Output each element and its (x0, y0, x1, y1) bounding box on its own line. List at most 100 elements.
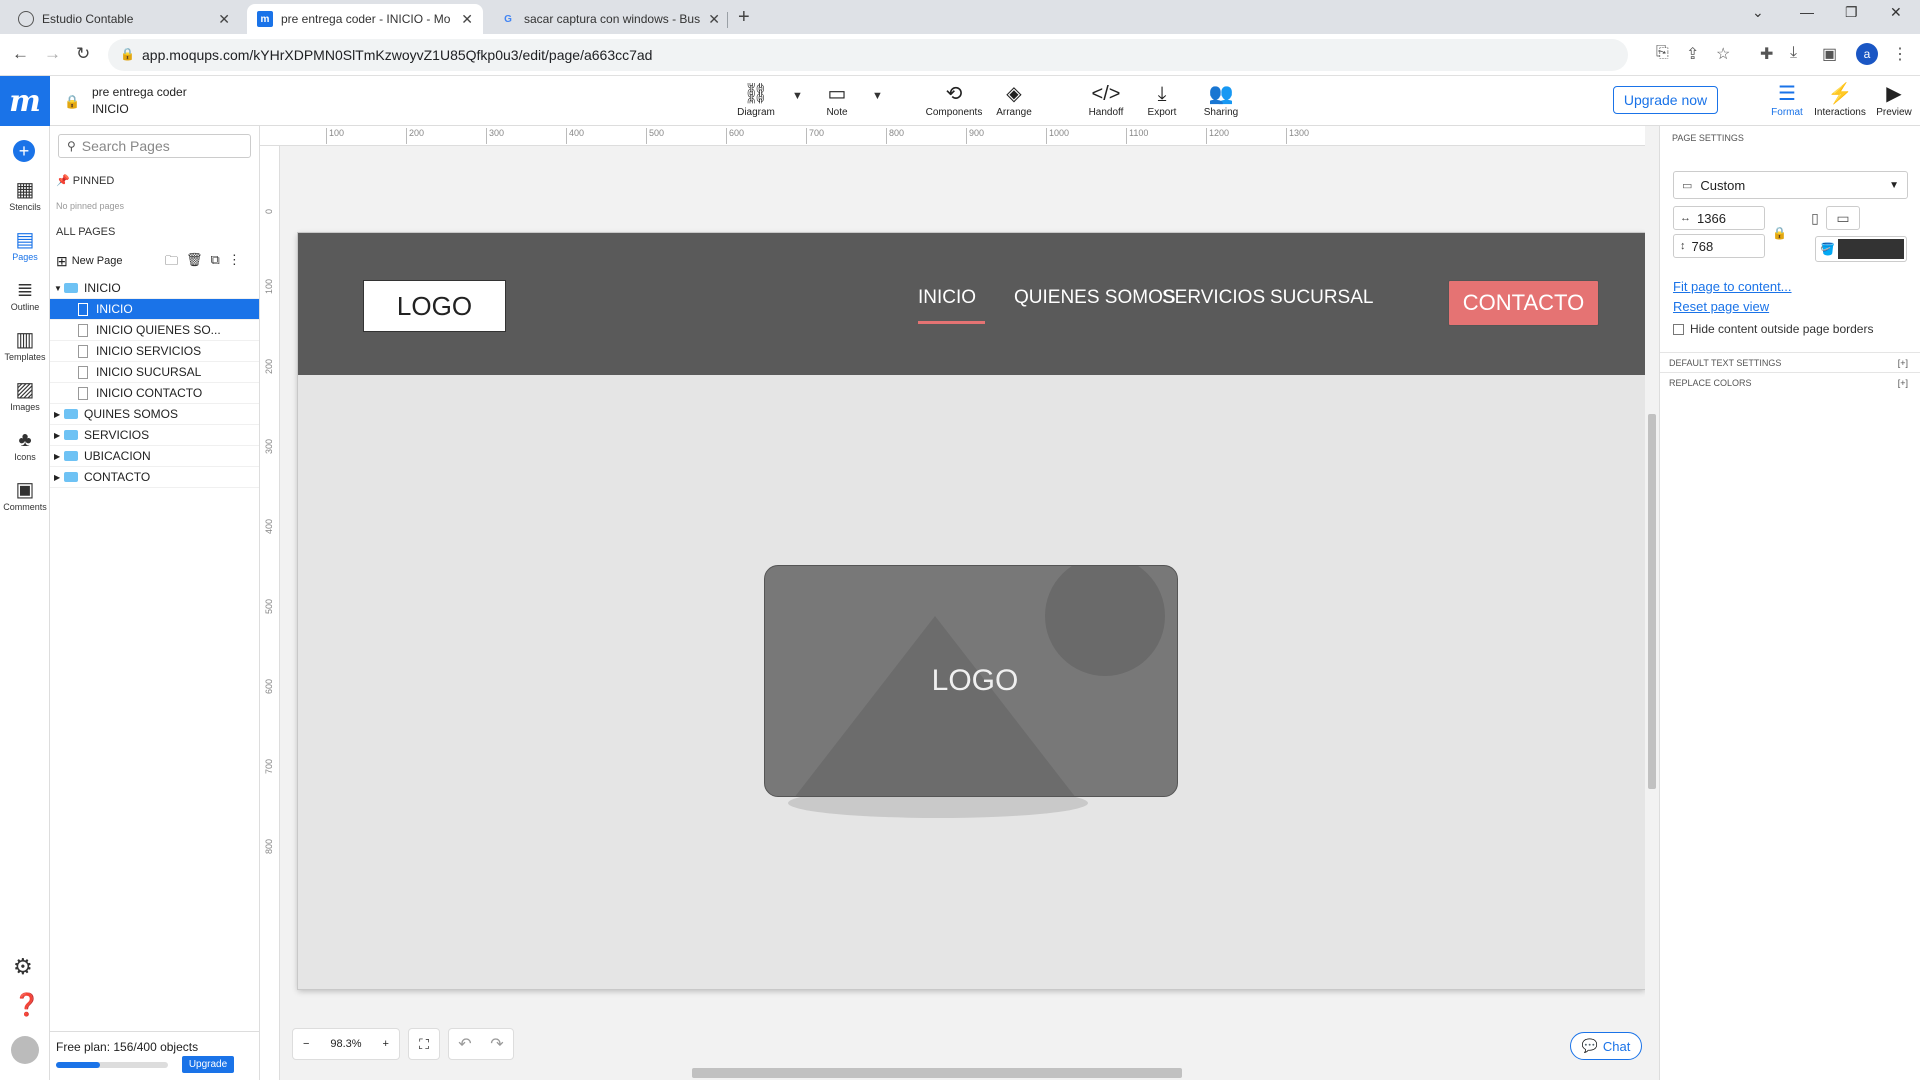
close-window-icon[interactable]: ✕ (1890, 4, 1902, 21)
page-size-select[interactable]: ▭ Custom ▼ (1673, 171, 1908, 199)
checkbox-box[interactable] (1673, 323, 1684, 335)
expand-arrow-icon[interactable]: ▶ (54, 473, 64, 482)
page-inicio-quienes-somos[interactable]: INICIO QUIENES SO... (50, 320, 259, 341)
rail-images[interactable]: ▨ Images (0, 378, 50, 412)
undo-icon[interactable]: ↶ (458, 1034, 471, 1054)
more-options-icon[interactable]: ⋮ (228, 252, 241, 274)
user-avatar[interactable] (11, 1036, 39, 1064)
zoom-out-button[interactable]: − (303, 1038, 309, 1050)
diagram-button[interactable]: ⛓ Diagram (726, 81, 786, 118)
bookmark-star-icon[interactable]: ☆ (1716, 44, 1730, 64)
lock-icon[interactable]: 🔒 (64, 94, 80, 110)
tab-google-search[interactable]: G sacar captura con windows - Bus ✕ (490, 4, 730, 34)
handoff-button[interactable]: </> Handoff (1076, 81, 1136, 118)
folder-quines-somos[interactable]: ▶ QUINES SOMOS (50, 404, 259, 425)
side-panel-icon[interactable]: ▣ (1822, 44, 1837, 64)
folder-contacto[interactable]: ▶ CONTACTO (50, 467, 259, 488)
default-text-settings-section[interactable]: DEFAULT TEXT SETTINGS [+] (1660, 352, 1920, 372)
tab-moqups[interactable]: m pre entrega coder - INICIO - Mo ✕ (247, 4, 483, 34)
expand-arrow-icon[interactable]: ▶ (54, 431, 64, 440)
expand-toggle[interactable]: [+] (1898, 378, 1908, 388)
components-button[interactable]: ⟲ Components (924, 81, 984, 118)
profile-avatar[interactable]: a (1856, 43, 1878, 65)
new-folder-icon[interactable]: 🗀 (165, 252, 178, 274)
translate-icon[interactable]: ⎘ (1656, 44, 1669, 62)
mockup-contact-button[interactable]: CONTACTO (1448, 280, 1599, 326)
landscape-orientation-button[interactable]: ▭ (1826, 206, 1860, 230)
extensions-icon[interactable]: ✚ (1760, 44, 1773, 64)
lock-icon[interactable]: 🔒 (120, 47, 135, 61)
reload-icon[interactable]: ↻ (76, 44, 90, 64)
zoom-in-button[interactable]: + (383, 1038, 389, 1050)
rail-stencils[interactable]: ▦ Stencils (0, 178, 50, 212)
mockup-active-underline[interactable] (918, 321, 985, 324)
page-width-input[interactable]: ↔ 1366 (1673, 206, 1765, 230)
expand-toggle[interactable]: [+] (1898, 358, 1908, 368)
trash-icon[interactable]: 🗑 (186, 252, 203, 274)
maximize-icon[interactable]: ❐ (1845, 4, 1858, 21)
rail-outline[interactable]: ≣ Outline (0, 278, 50, 312)
page-inicio-servicios[interactable]: INICIO SERVICIOS (50, 341, 259, 362)
minimize-icon[interactable]: — (1800, 4, 1814, 20)
canvas-area[interactable]: 0 100 200 300 400 500 600 700 800 900 1000 1100 1200… (260, 126, 1659, 1080)
folder-ubicacion[interactable]: ▶ UBICACION (50, 446, 259, 467)
forward-icon[interactable]: → (44, 44, 61, 64)
tab-estudio-contable[interactable]: Estudio Contable ✕ (8, 4, 240, 34)
duplicate-icon[interactable]: ⧉ (211, 252, 220, 274)
add-icon[interactable]: + (13, 140, 35, 162)
lock-ratio-icon[interactable]: 🔒 (1772, 226, 1787, 240)
replace-colors-section[interactable]: REPLACE COLORS [+] (1660, 372, 1920, 392)
settings-gear-icon[interactable]: ⚙ (13, 954, 33, 980)
expand-arrow-icon[interactable]: ▼ (54, 284, 64, 293)
new-tab-button[interactable]: + (738, 6, 750, 29)
project-name[interactable]: pre entrega coder (92, 85, 187, 99)
arrange-button[interactable]: ◈ Arrange (984, 81, 1044, 118)
page-inicio[interactable]: INICIO (50, 299, 259, 320)
rail-pages[interactable]: ▤ Pages (0, 228, 50, 262)
back-icon[interactable]: ← (12, 44, 29, 64)
share-icon[interactable]: ⇪ (1686, 44, 1699, 64)
sharing-button[interactable]: 👥 Sharing (1191, 81, 1251, 118)
close-tab-icon[interactable]: ✕ (218, 11, 230, 28)
redo-icon[interactable]: ↷ (490, 1034, 503, 1054)
close-tab-icon[interactable]: ✕ (461, 11, 473, 28)
page-height-input[interactable]: ↕ 768 (1673, 234, 1765, 258)
moqups-logo[interactable]: m (0, 76, 50, 126)
download-icon[interactable]: ⤓ (1790, 44, 1797, 62)
chat-button[interactable]: 💬 Chat (1570, 1032, 1642, 1060)
mockup-logo-box[interactable]: LOGO (363, 280, 506, 332)
close-tab-icon[interactable]: ✕ (708, 11, 720, 28)
mockup-menu-sucursal[interactable]: SUCURSAL (1270, 287, 1373, 309)
export-button[interactable]: ⤓ Export (1132, 81, 1192, 118)
fit-to-screen-button[interactable]: ⛶ (408, 1028, 440, 1060)
page-fill-color[interactable]: 🪣 (1815, 236, 1907, 262)
mockup-menu-inicio[interactable]: INICIO (918, 287, 976, 309)
rail-templates[interactable]: ▥ Templates (0, 328, 50, 362)
hide-outside-checkbox[interactable]: Hide content outside page borders (1673, 322, 1873, 336)
artboard-page[interactable]: LOGO INICIO QUIENES SOMOS SERVICIOS SUCU… (298, 233, 1645, 989)
page-inicio-contacto[interactable]: INICIO CONTACTO (50, 383, 259, 404)
fit-page-link[interactable]: Fit page to content... (1673, 279, 1792, 294)
note-button[interactable]: ▭ Note (807, 81, 867, 118)
mockup-navbar[interactable]: LOGO INICIO QUIENES SOMOS SERVICIOS SUCU… (298, 233, 1645, 375)
folder-inicio[interactable]: ▼ INICIO (50, 278, 259, 299)
format-button[interactable]: ☰ Format (1757, 81, 1817, 118)
search-pages-input[interactable]: ⚲ Search Pages (58, 134, 251, 158)
horizontal-scroll-thumb[interactable] (692, 1068, 1182, 1078)
mockup-menu-quienes-somos[interactable]: QUIENES SOMOS (1014, 287, 1176, 309)
folder-servicios[interactable]: ▶ SERVICIOS (50, 425, 259, 446)
preview-button[interactable]: ▶ Preview (1864, 81, 1920, 118)
interactions-button[interactable]: ⚡ Interactions (1810, 81, 1870, 118)
mockup-menu-servicios[interactable]: SERVICIOS (1162, 287, 1265, 309)
chevron-down-icon[interactable]: ▼ (872, 90, 883, 102)
tab-search-icon[interactable]: ⌄ (1752, 4, 1764, 21)
reset-page-view-link[interactable]: Reset page view (1673, 299, 1769, 314)
vertical-scroll-thumb[interactable] (1648, 414, 1656, 789)
expand-arrow-icon[interactable]: ▶ (54, 410, 64, 419)
chevron-down-icon[interactable]: ▼ (792, 90, 803, 102)
vertical-scrollbar[interactable] (1645, 126, 1659, 1080)
page-inicio-sucursal[interactable]: INICIO SUCURSAL (50, 362, 259, 383)
url-input[interactable]: 🔒 app.moqups.com/kYHrXDPMN0SlTmKzwoyvZ1U… (108, 39, 1628, 71)
help-icon[interactable]: ❓ (13, 992, 40, 1018)
expand-arrow-icon[interactable]: ▶ (54, 452, 64, 461)
